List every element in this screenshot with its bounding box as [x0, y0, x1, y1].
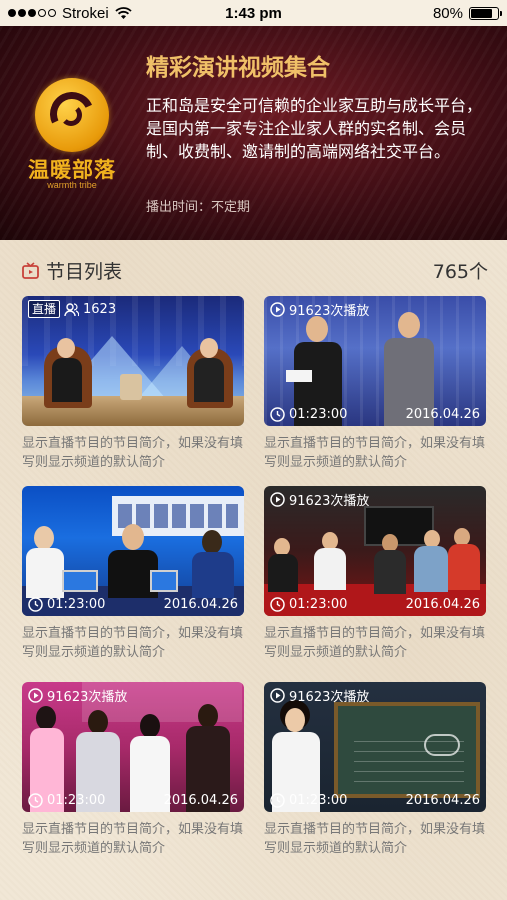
program-list-header: 节目列表 765个 [22, 256, 488, 284]
program-thumbnail[interactable]: 91623次播放 01:23:00 2016.04.26 [22, 682, 244, 812]
wifi-icon [115, 6, 132, 19]
play-icon [270, 492, 285, 507]
play-icon [28, 688, 43, 703]
program-summary: 显示直播节目的节目简介，如果没有填写则显示频道的默认简介 [264, 822, 486, 856]
program-summary: 显示直播节目的节目简介，如果没有填写则显示频道的默认简介 [22, 626, 244, 660]
status-left: Strokei [8, 5, 132, 22]
channel-logo: 温暖部落 warmth tribe [22, 78, 122, 196]
program-duration: 01:23:00 [289, 793, 348, 808]
play-count: 91623次播放 [289, 304, 370, 319]
carrier-name: Strokei [62, 4, 109, 22]
program-date: 2016.04.26 [405, 407, 480, 422]
logo-subtitle: warmth tribe [47, 180, 97, 190]
program-thumbnail[interactable]: 直播 1623 [22, 296, 244, 426]
program-summary: 显示直播节目的节目简介，如果没有填写则显示频道的默认简介 [22, 822, 244, 856]
program-card[interactable]: 91623次播放 01:23:00 2016.04.26 显示直播节目的节目简介… [264, 486, 486, 662]
play-count: 91623次播放 [289, 494, 370, 509]
program-thumbnail[interactable]: 91623次播放 01:23:00 2016.04.26 [264, 682, 486, 812]
signal-strength-icon [8, 9, 56, 17]
program-date: 2016.04.26 [163, 597, 238, 612]
program-date: 2016.04.26 [405, 793, 480, 808]
program-card[interactable]: 01:23:00 2016.04.26 显示直播节目的节目简介，如果没有填写则显… [22, 486, 244, 662]
play-icon [270, 302, 285, 317]
program-card[interactable]: 91623次播放 01:23:00 2016.04.26 显示直播节目的节目简介… [264, 296, 486, 472]
program-thumbnail[interactable]: 91623次播放 01:23:00 2016.04.26 [264, 486, 486, 616]
clock-icon [270, 407, 285, 422]
plays-overlay: 91623次播放 [270, 686, 369, 705]
broadcast-schedule: 播出时间：不定期 [146, 200, 251, 215]
program-duration: 01:23:00 [289, 407, 348, 422]
program-thumbnail[interactable]: 91623次播放 01:23:00 2016.04.26 [264, 296, 486, 426]
meta-overlay: 01:23:00 2016.04.26 [270, 407, 480, 422]
program-duration: 01:23:00 [47, 793, 106, 808]
status-right: 80% [432, 4, 502, 22]
play-icon [270, 688, 285, 703]
plays-overlay: 91623次播放 [28, 686, 127, 705]
channel-banner: 温暖部落 warmth tribe 精彩演讲视频集合 正和岛是安全可信赖的企业家… [0, 26, 507, 240]
status-bar: Strokei 1:43 pm 80% [0, 0, 507, 26]
plays-overlay: 91623次播放 [270, 490, 369, 509]
program-card[interactable]: 直播 1623 显示直播节目的节目简介，如果没有填写则显示频道的默认简介 [22, 296, 244, 472]
battery-icon [469, 6, 502, 20]
play-count: 91623次播放 [47, 690, 128, 705]
program-card[interactable]: 91623次播放 01:23:00 2016.04.26 显示直播节目的节目简介… [264, 682, 486, 858]
tv-icon [22, 261, 39, 279]
program-summary: 显示直播节目的节目简介，如果没有填写则显示频道的默认简介 [264, 436, 486, 470]
channel-title: 精彩演讲视频集合 [146, 55, 330, 81]
clock-icon [270, 597, 285, 612]
program-date: 2016.04.26 [405, 597, 480, 612]
program-thumbnail[interactable]: 01:23:00 2016.04.26 [22, 486, 244, 616]
viewer-count: 1623 [83, 301, 117, 317]
program-summary: 显示直播节目的节目简介，如果没有填写则显示频道的默认简介 [22, 436, 244, 470]
program-card[interactable]: 91623次播放 01:23:00 2016.04.26 显示直播节目的节目简介… [22, 682, 244, 858]
clock-icon [270, 793, 285, 808]
live-badge: 直播 [28, 300, 61, 318]
meta-overlay: 01:23:00 2016.04.26 [270, 793, 480, 808]
meta-overlay: 01:23:00 2016.04.26 [28, 793, 238, 808]
channel-description: 正和岛是安全可信赖的企业家互助与成长平台，是国内第一家专注企业家人群的实名制、会… [146, 96, 483, 161]
program-date: 2016.04.26 [163, 793, 238, 808]
program-list-title: 节目列表 [46, 260, 123, 283]
meta-overlay: 01:23:00 2016.04.26 [270, 597, 480, 612]
program-count: 765个 [432, 260, 488, 283]
meta-overlay: 01:23:00 2016.04.26 [28, 597, 238, 612]
play-count: 91623次播放 [289, 690, 370, 705]
clock-icon [28, 793, 43, 808]
battery-percent: 80% [432, 4, 463, 22]
program-duration: 01:23:00 [47, 597, 106, 612]
plays-overlay: 91623次播放 [270, 300, 369, 319]
viewers-icon [64, 302, 80, 316]
clock-icon [28, 597, 43, 612]
program-duration: 01:23:00 [289, 597, 348, 612]
live-overlay: 直播 1623 [28, 300, 116, 318]
program-summary: 显示直播节目的节目简介，如果没有填写则显示频道的默认简介 [264, 626, 486, 660]
